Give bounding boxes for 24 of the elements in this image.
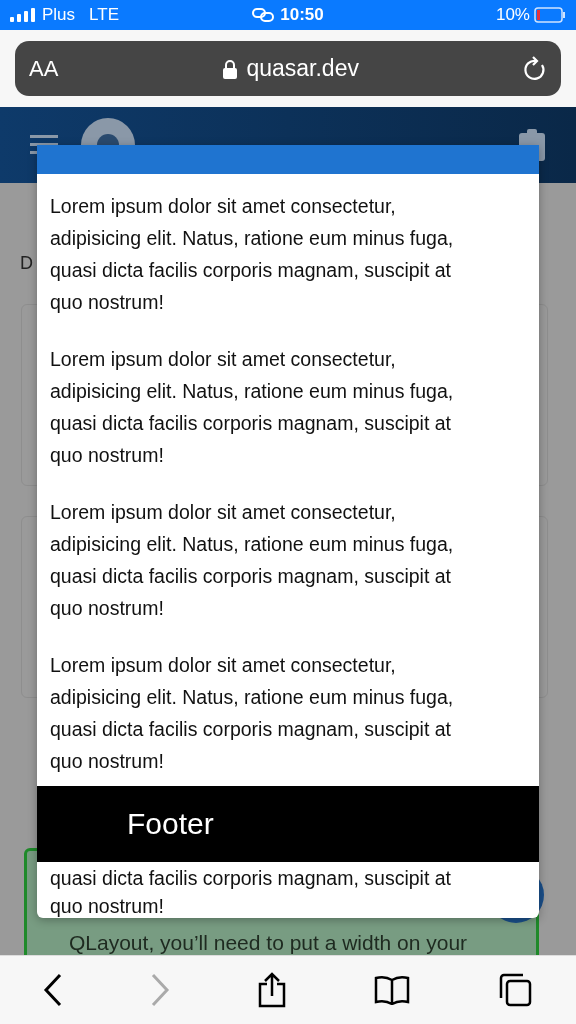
reload-icon[interactable] [523,55,547,82]
carrier-name: Plus [42,5,76,25]
signal-icon [10,8,36,22]
footer-label: Footer [127,807,214,841]
dialog-paragraph: Lorem ipsum dolor sit amet consectetur, adipisicing elit. Natus, ratione eum minus fuga, quasi dicta facilis corporis magnam, suscipit at quo nostrum! [50,347,455,468]
share-button[interactable] [257,972,287,1008]
battery-percent: 10% [495,5,530,25]
url-text: quasar.dev [246,55,359,82]
battery-icon [534,7,566,23]
text-size-button[interactable]: AA [29,55,59,82]
dialog-paragraph: Lorem ipsum dolor sit amet consectetur, adipisicing elit. Natus, ratione eum minus fuga, quasi dicta facilis corporis magnam, suscipit at quo nostrum! [50,500,455,621]
dialog-paragraph: Lorem ipsum dolor sit amet consectetur, adipisicing elit. Natus, ratione eum minus fuga, quasi dicta facilis corporis magnam, suscipit at quo nostrum! [50,194,455,315]
dialog-text-line: quasi dicta facilis corporis magnam, suscipit at [50,866,452,891]
back-button[interactable] [43,973,64,1007]
dialog-paragraph: Lorem ipsum dolor sit amet consectetur, adipisicing elit. Natus, ratione eum minus fuga, quasi dicta facilis corporis magnam, suscipit at quo nostrum! [50,653,455,774]
address-bar[interactable]: AA quasar.dev [15,41,561,96]
link-icon [252,8,275,22]
lock-icon [222,58,239,79]
note-text: QLayout, you’ll need to put a width on your [69,931,468,954]
bookmarks-button[interactable] [373,975,410,1005]
dialog-text-line: quo nostrum! [50,894,165,918]
page-text: D [20,253,33,274]
network-type: LTE [89,5,119,25]
clock-time: 10:50 [280,5,324,25]
